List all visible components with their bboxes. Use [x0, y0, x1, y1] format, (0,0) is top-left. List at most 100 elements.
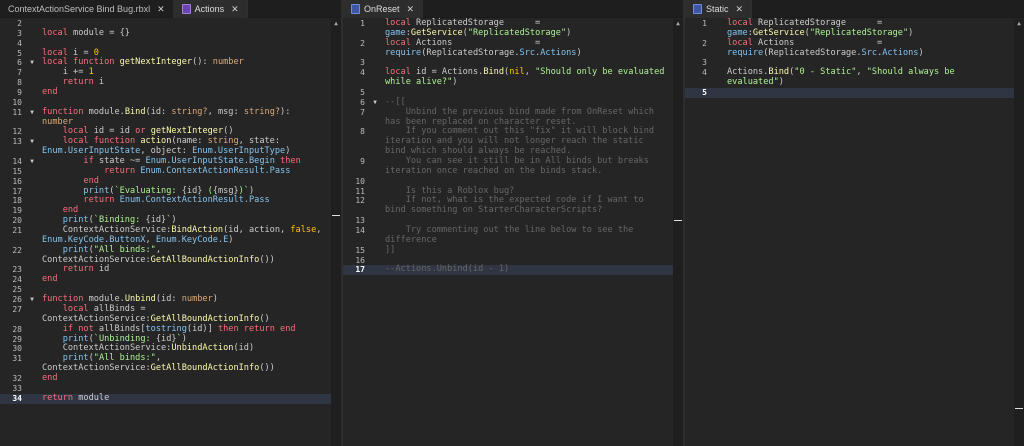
fold-gutter — [22, 285, 42, 295]
scroll-up-arrow-icon[interactable]: ▲ — [673, 19, 683, 29]
line-number: 22 — [12, 245, 22, 255]
fold-gutter — [22, 187, 42, 197]
line-number: 2 — [17, 19, 22, 28]
code-token: ReplicatedStorage = — [410, 18, 541, 28]
code-token: --[[ — [385, 96, 406, 107]
code-token: () — [223, 126, 234, 137]
code-token: () — [259, 313, 270, 324]
editor-pane-actions: ContextActionService Bind Bug.rbxl ✕ Actio… — [0, 0, 341, 446]
code-token: ): — [280, 106, 291, 117]
code-token: Enum.ContextActionResult.Pass — [140, 165, 291, 176]
code-token: --Actions.Unbind(id - 1) — [385, 264, 510, 275]
line-number — [0, 147, 22, 157]
line-number: 5 — [360, 88, 365, 98]
code-token: game — [727, 27, 748, 38]
code-token: getNextInteger — [150, 126, 224, 137]
code-text: end — [42, 373, 331, 384]
fold-gutter — [22, 167, 42, 177]
code-token: If not, what is the expected code if I w… — [385, 195, 644, 206]
tab-contextactionservice-bind-bug-rbxl[interactable]: ContextActionService Bind Bug.rbxl ✕ — [0, 0, 174, 18]
tab-label: Actions — [194, 4, 225, 14]
code-token: "Should always be — [866, 67, 955, 78]
code-token: ()) — [259, 254, 275, 265]
fold-gutter — [22, 236, 42, 246]
code-token: (id: — [145, 106, 172, 117]
code-editor[interactable]: 1 local ReplicatedStorage = game:GetServic… — [685, 18, 1014, 446]
fold-gutter — [707, 19, 727, 29]
code-text: end — [42, 274, 331, 285]
fold-arrow-icon[interactable]: ▼ — [22, 295, 42, 305]
line-number: 34 — [12, 393, 22, 403]
tab-static[interactable]: Static ✕ — [685, 0, 753, 18]
fold-arrow-icon[interactable]: ▼ — [365, 98, 385, 108]
fold-gutter — [22, 196, 42, 206]
fold-gutter — [22, 256, 42, 266]
fold-arrow-icon[interactable]: ▼ — [22, 157, 42, 167]
vertical-scrollbar[interactable]: ▲ — [331, 19, 341, 446]
fold-gutter — [707, 78, 727, 88]
close-icon[interactable]: ✕ — [231, 4, 239, 15]
line-number: 12 — [12, 127, 22, 137]
code-token: print — [62, 333, 89, 344]
code-token: return — [62, 264, 94, 275]
code-token: string? — [243, 106, 281, 117]
line-number: 8 — [17, 78, 22, 88]
fold-gutter — [22, 49, 42, 59]
code-token: end — [42, 87, 58, 98]
line-number: 7 — [17, 68, 22, 78]
fold-gutter — [22, 315, 42, 325]
code-text: return Enum.ContextActionResult.Pass — [42, 196, 331, 206]
code-token: (id)] — [186, 323, 218, 334]
fold-gutter — [365, 39, 385, 49]
fold-arrow-icon[interactable]: ▼ — [22, 58, 42, 68]
code-token: ]] — [385, 244, 396, 255]
fold-arrow-icon[interactable]: ▼ — [22, 137, 42, 147]
line-number: 8 — [360, 127, 365, 137]
code-token: local — [727, 37, 753, 48]
line-number: 16 — [355, 255, 365, 265]
tab-onreset[interactable]: OnReset ✕ — [343, 0, 424, 18]
code-token: ) — [576, 47, 582, 58]
code-token: Is this a Roblox bug? — [385, 185, 515, 196]
code-token: allBinds[ — [93, 323, 146, 334]
fold-gutter — [707, 29, 727, 39]
code-token: number — [181, 294, 213, 305]
code-token: Actions — [882, 47, 919, 58]
code-token: ) — [228, 234, 234, 245]
scroll-up-arrow-icon[interactable]: ▲ — [331, 19, 341, 29]
code-text: local module = {} — [42, 28, 331, 39]
code-editor[interactable]: 1 local ReplicatedStorage = game:GetServic… — [343, 18, 673, 446]
code-token: end — [83, 175, 99, 186]
fold-gutter — [22, 98, 42, 108]
fold-gutter — [22, 216, 42, 226]
code-token: ) — [452, 77, 458, 88]
tab-label: OnReset — [364, 4, 400, 14]
close-icon[interactable]: ✕ — [407, 4, 415, 15]
line-number: 10 — [12, 97, 22, 107]
tab-actions[interactable]: Actions ✕ — [173, 0, 248, 18]
code-editor[interactable]: 2 3 local module = {} 4 5 local i = 0 6 ▼ local … — [0, 19, 331, 446]
fold-gutter — [22, 335, 42, 345]
code-token: , object: — [140, 146, 193, 157]
code-token: print — [83, 185, 110, 196]
fold-gutter — [365, 246, 385, 256]
close-icon[interactable]: ✕ — [157, 4, 165, 15]
fold-gutter — [365, 226, 385, 236]
close-icon[interactable]: ✕ — [736, 4, 744, 15]
code-token: Unbind the previous bind made from OnRes… — [385, 106, 655, 117]
fold-arrow-icon[interactable]: ▼ — [22, 108, 42, 118]
fold-gutter — [365, 196, 385, 206]
scroll-up-arrow-icon[interactable]: ▲ — [1014, 19, 1024, 29]
fold-gutter — [22, 364, 42, 374]
code-token: {msg} — [212, 185, 239, 196]
tab-bar: OnReset ✕ — [343, 0, 683, 18]
code-token: Src — [861, 47, 878, 58]
code-token: Actions. — [727, 67, 769, 78]
vertical-scrollbar[interactable]: ▲ — [1014, 19, 1024, 446]
vertical-scrollbar[interactable]: ▲ — [673, 19, 683, 446]
code-token: ContextActionService: — [42, 363, 151, 374]
fold-gutter — [22, 127, 42, 137]
